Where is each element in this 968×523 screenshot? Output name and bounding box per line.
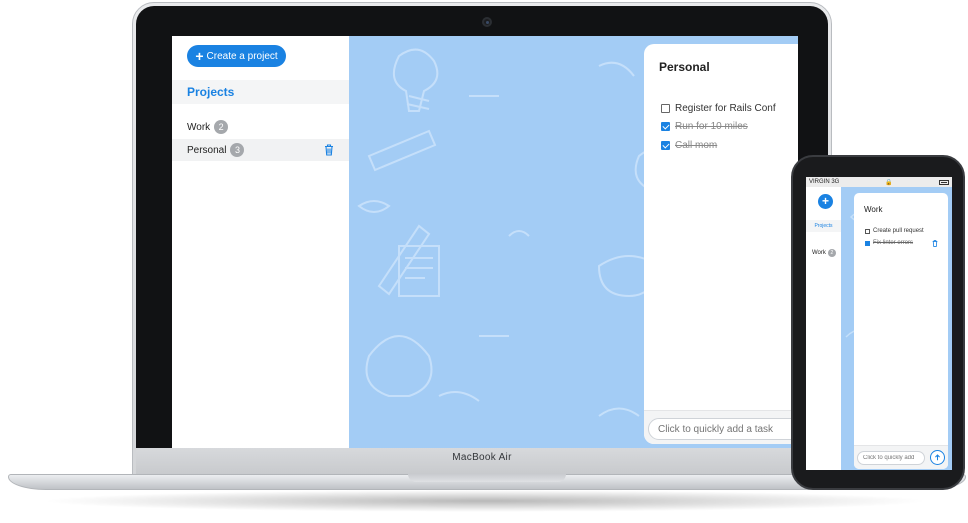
- phone-sidebar: + Projects Work 2: [806, 187, 841, 470]
- projects-heading: Projects: [172, 80, 349, 104]
- projects-heading: Projects: [806, 220, 841, 232]
- project-count-badge: 3: [230, 143, 245, 157]
- trash-icon[interactable]: [324, 144, 334, 156]
- project-name: Personal: [187, 144, 227, 156]
- task-label: Create pull request: [873, 228, 924, 234]
- status-bar: VIRGIN 3G 🔒: [806, 177, 952, 187]
- task-item[interactable]: Call mom: [661, 138, 717, 152]
- project-name: Work: [812, 250, 826, 256]
- lock-icon: 🔒: [885, 179, 893, 186]
- task-label: Register for Rails Conf: [675, 102, 776, 114]
- task-checkbox[interactable]: [661, 103, 670, 113]
- carrier-label: VIRGIN 3G: [809, 179, 840, 185]
- brand-label: MacBook Air: [452, 452, 512, 463]
- project-count-badge: 2: [214, 120, 229, 134]
- task-checkbox[interactable]: [865, 240, 870, 246]
- task-checkbox[interactable]: [661, 121, 670, 131]
- task-item[interactable]: Create pull request: [865, 228, 924, 234]
- create-project-label: Create a project: [206, 50, 278, 62]
- task-label: Run for 10 miles: [675, 120, 748, 132]
- sidebar-item-work[interactable]: Work 2: [172, 116, 349, 138]
- task-label: Fix linter errors: [873, 240, 914, 246]
- sidebar-item-personal[interactable]: Personal 3: [172, 139, 349, 161]
- project-count-badge: 2: [827, 249, 836, 257]
- create-project-button[interactable]: + Create a project: [187, 45, 286, 67]
- project-card: Work Create pull request Fix linter erro…: [854, 193, 948, 469]
- sidebar: + Create a project Projects Work 2 Perso…: [172, 36, 349, 448]
- task-label: Call mom: [675, 139, 718, 151]
- submit-task-button[interactable]: [930, 450, 945, 465]
- project-name: Work: [187, 121, 211, 133]
- battery-icon: [939, 179, 949, 185]
- camera-icon: [482, 17, 492, 27]
- base-shadow: [40, 490, 930, 512]
- plus-icon: +: [195, 48, 204, 64]
- base-notch: [408, 474, 566, 482]
- task-checkbox[interactable]: [865, 228, 870, 234]
- quick-add-input[interactable]: [648, 418, 798, 440]
- arrow-up-icon: [935, 454, 940, 461]
- card-title: Work: [864, 205, 883, 214]
- doodle-background: Personal Register for Rails Conf Run for…: [349, 36, 798, 448]
- quick-add-bar: [644, 410, 798, 444]
- quick-add-bar: [854, 445, 948, 469]
- trash-icon[interactable]: [932, 240, 938, 247]
- task-item[interactable]: Run for 10 miles: [661, 119, 748, 133]
- quick-add-input[interactable]: [857, 451, 925, 465]
- task-item[interactable]: Fix linter errors: [865, 240, 913, 246]
- card-title: Personal: [659, 60, 710, 74]
- project-card: Personal Register for Rails Conf Run for…: [644, 44, 798, 444]
- phone-screen: VIRGIN 3G 🔒 + Projects Work 2 Work Creat…: [806, 177, 952, 470]
- task-checkbox[interactable]: [661, 140, 670, 150]
- laptop-screen: + Create a project Projects Work 2 Perso…: [172, 36, 798, 448]
- task-item[interactable]: Register for Rails Conf: [661, 101, 776, 115]
- sidebar-item-work[interactable]: Work 2: [812, 249, 836, 257]
- add-project-button[interactable]: +: [818, 194, 833, 209]
